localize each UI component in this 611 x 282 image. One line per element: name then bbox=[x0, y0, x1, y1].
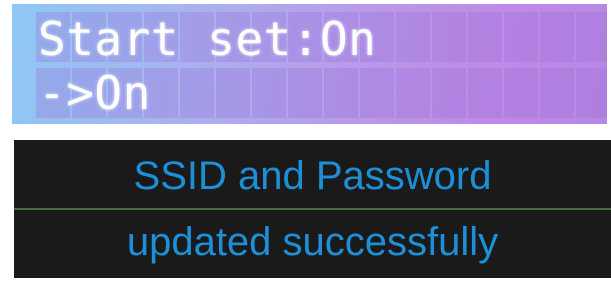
lcd-line-selection: ->On bbox=[38, 66, 151, 120]
lcd-cell bbox=[432, 12, 466, 62]
lcd-cell bbox=[432, 68, 466, 118]
lcd-cell bbox=[468, 68, 502, 118]
lcd-cell bbox=[576, 12, 607, 62]
lcd-cell bbox=[360, 68, 394, 118]
lcd-line-start-set: Start set:On bbox=[38, 12, 377, 66]
lcd-cell bbox=[504, 68, 538, 118]
lcd-cell bbox=[252, 68, 286, 118]
oled-line-ssid-password: SSID and Password bbox=[133, 154, 492, 198]
lcd-cell bbox=[180, 68, 214, 118]
lcd-cell bbox=[504, 12, 538, 62]
oled-display: SSID and Password updated successfully bbox=[14, 140, 611, 278]
lcd-cell bbox=[324, 68, 358, 118]
lcd-display: Start set:On ->On bbox=[12, 4, 607, 124]
lcd-cell bbox=[288, 68, 322, 118]
lcd-cell bbox=[540, 12, 574, 62]
lcd-cell bbox=[216, 68, 250, 118]
lcd-cell bbox=[396, 12, 430, 62]
lcd-cell bbox=[396, 68, 430, 118]
lcd-cell bbox=[576, 68, 607, 118]
oled-line-updated: updated successfully bbox=[126, 220, 499, 264]
lcd-cell bbox=[468, 12, 502, 62]
oled-divider bbox=[14, 208, 611, 210]
lcd-cell bbox=[540, 68, 574, 118]
